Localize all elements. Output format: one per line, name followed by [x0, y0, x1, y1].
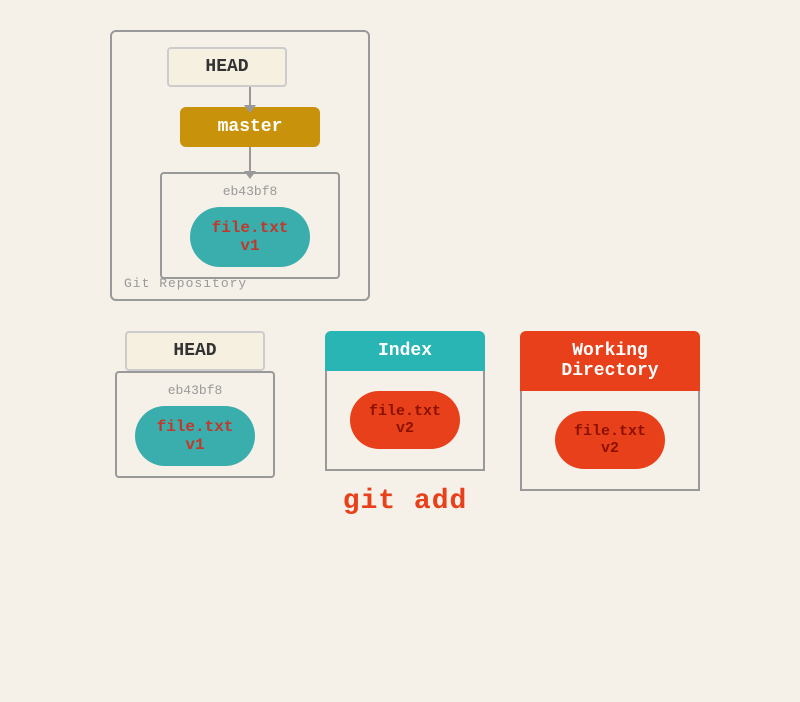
top-section: HEAD master eb43bf8 file.txtv1 Git Repos…	[80, 20, 780, 301]
wd-header: WorkingDirectory	[520, 331, 700, 391]
working-directory-column: WorkingDirectory file.txtv2	[505, 331, 715, 491]
head-box-bottom: HEAD	[125, 331, 265, 371]
head-box-top: HEAD	[167, 47, 287, 87]
head-to-master-arrow	[249, 87, 251, 107]
index-column: Index file.txtv2 git add	[305, 331, 505, 517]
git-add-label: git add	[343, 486, 468, 517]
head-column: HEAD eb43bf8 file.txtv1	[85, 331, 305, 478]
index-label: Index	[378, 341, 432, 361]
file-blob-wd: file.txtv2	[555, 411, 665, 469]
wd-body: file.txtv2	[520, 391, 700, 491]
head-label-top: HEAD	[205, 57, 248, 77]
git-repo-label: Git Repository	[124, 276, 247, 291]
commit-box-top: eb43bf8 file.txtv1	[160, 172, 340, 279]
index-git-add-area: Index file.txtv2 git add	[325, 331, 485, 517]
commit-hash-bottom: eb43bf8	[127, 383, 263, 398]
bottom-section: HEAD eb43bf8 file.txtv1 Index file.txtv2	[20, 331, 780, 517]
head-label-bottom: HEAD	[173, 341, 216, 361]
master-to-commit-arrow	[249, 147, 251, 172]
file-blob-bottom-head: file.txtv1	[135, 406, 255, 466]
main-container: HEAD master eb43bf8 file.txtv1 Git Repos…	[0, 0, 800, 702]
commit-box-bottom: eb43bf8 file.txtv1	[115, 371, 275, 478]
file-blob-index: file.txtv2	[350, 391, 460, 449]
git-repo-box: HEAD master eb43bf8 file.txtv1 Git Repos…	[110, 30, 370, 301]
head-master-arrow-group: HEAD master eb43bf8 file.txtv1	[147, 47, 353, 279]
index-body: file.txtv2	[325, 371, 485, 471]
index-header: Index	[325, 331, 485, 371]
commit-hash-top: eb43bf8	[172, 184, 328, 199]
master-box: master	[180, 107, 320, 147]
master-label: master	[218, 117, 283, 137]
file-blob-top: file.txtv1	[190, 207, 310, 267]
